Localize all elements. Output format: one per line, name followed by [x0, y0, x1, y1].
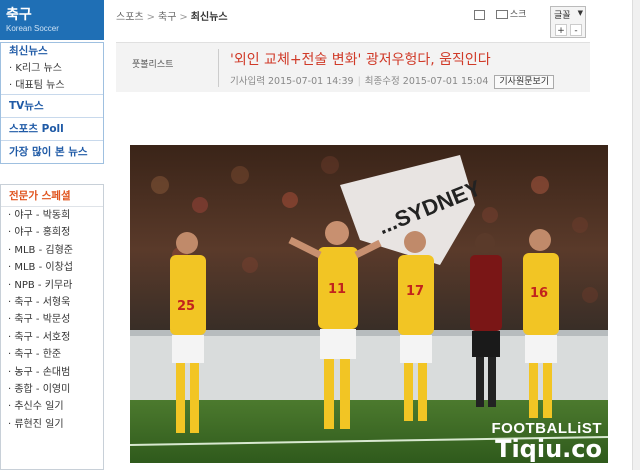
menu-latest-news[interactable]: 최신뉴스	[1, 43, 103, 60]
svg-text:17: 17	[406, 284, 424, 299]
svg-text:11: 11	[328, 282, 346, 297]
scrap-label: 스크	[509, 10, 527, 20]
expert-list-item[interactable]: · 축구 - 서호정	[1, 329, 103, 346]
section-brand[interactable]: 축구 Korean Soccer	[0, 0, 104, 40]
published-date: 기사입력 2015-07-01 14:39	[230, 76, 354, 87]
view-original-button[interactable]: 기사원문보기	[494, 75, 555, 89]
photo-watermark: FOOTBALLiST Tiqiu.co	[492, 420, 603, 461]
font-increase-button[interactable]: +	[555, 24, 567, 36]
scrollbar[interactable]	[632, 0, 640, 470]
menu-tv-news[interactable]: TV뉴스	[1, 95, 103, 117]
section-title: 축구	[6, 7, 32, 23]
news-menu: 최신뉴스 · K리그 뉴스 · 대표팀 뉴스 TV뉴스 스포츠 Poll 가장 …	[0, 42, 104, 164]
breadcrumb: 스포츠 > 축구 > 최신뉴스	[116, 8, 228, 23]
svg-text:25: 25	[177, 299, 195, 314]
article-provider[interactable]: 풋볼리스트	[132, 57, 173, 70]
font-decrease-button[interactable]: -	[570, 24, 582, 36]
expert-list-item[interactable]: · 종합 - 이영미	[1, 381, 103, 398]
breadcrumb-current: 최신뉴스	[190, 12, 228, 23]
expert-special-heading: 전문가 스페셜	[1, 185, 103, 207]
menu-national-team-news[interactable]: · 대표팀 뉴스	[1, 77, 103, 94]
expert-list-item[interactable]: · 축구 - 박문성	[1, 311, 103, 328]
scrap-icon	[495, 10, 508, 19]
expert-list-item[interactable]: · 야구 - 홍희정	[1, 224, 103, 241]
expert-list-item[interactable]: · 야구 - 박동희	[1, 207, 103, 224]
left-sidebar: 축구 Korean Soccer 최신뉴스 · K리그 뉴스 · 대표팀 뉴스 …	[0, 0, 104, 470]
expert-list-item[interactable]: · 농구 - 손대범	[1, 364, 103, 381]
article-tools: 스크	[474, 7, 526, 20]
expert-list-item[interactable]: · 추신수 일기	[1, 398, 103, 415]
breadcrumb-separator: >	[179, 12, 188, 23]
chevron-down-icon[interactable]: ▼	[578, 9, 583, 17]
article-header: 풋볼리스트 '외인 교체+전술 변화' 광저우헝다, 움직인다 기사입력 201…	[116, 42, 590, 92]
expert-list-item[interactable]: · MLB - 이창섭	[1, 259, 103, 276]
font-size-control: 글꼴 ▼ + -	[550, 6, 586, 38]
expert-list: · 야구 - 박동희 · 야구 - 홍희정 · MLB - 김형준 · MLB - 이…	[1, 207, 103, 433]
breadcrumb-separator: >	[146, 12, 155, 23]
expert-list-item[interactable]: · 축구 - 서형욱	[1, 294, 103, 311]
article-title: '외인 교체+전술 변화' 광저우헝다, 움직인다	[230, 52, 491, 68]
breadcrumb-sports[interactable]: 스포츠	[116, 12, 144, 23]
expert-special-menu: 전문가 스페셜 · 야구 - 박동희 · 야구 - 홍희정 · MLB - 김형준 ·…	[0, 184, 104, 470]
breadcrumb-soccer[interactable]: 축구	[158, 12, 176, 23]
expert-list-item[interactable]: · 류현진 일기	[1, 416, 103, 433]
expert-list-item[interactable]: · NPB - 키무라	[1, 277, 103, 294]
photo-scene: ...SYDNEY 25 11 17 16	[130, 145, 608, 463]
scrap-button[interactable]: 스크	[495, 10, 527, 20]
section-subtitle: Korean Soccer	[6, 24, 59, 33]
print-icon[interactable]	[474, 9, 485, 20]
svg-text:16: 16	[530, 286, 548, 301]
meta-divider: |	[357, 76, 361, 87]
main-content: 스포츠 > 축구 > 최신뉴스 스크 글꼴 ▼ + - 풋볼리스트 '외인 교체+전술 …	[110, 0, 632, 470]
modified-date: 최종수정 2015-07-01 15:04	[364, 76, 489, 87]
expert-list-item[interactable]: · MLB - 김형준	[1, 242, 103, 259]
article-meta: 기사입력 2015-07-01 14:39 | 최종수정 2015-07-01 15…	[230, 73, 555, 89]
menu-sports-poll[interactable]: 스포츠 Poll	[1, 118, 103, 140]
header-divider	[218, 49, 219, 87]
watermark-tiqiu: Tiqiu.co	[495, 435, 602, 463]
menu-kleague-news[interactable]: · K리그 뉴스	[1, 60, 103, 77]
menu-most-read[interactable]: 가장 많이 본 뉴스	[1, 141, 103, 163]
article-photo: ...SYDNEY 25 11 17 16 FOOTBALLiST Tiqiu.…	[130, 145, 608, 463]
font-select[interactable]: 글꼴	[554, 8, 571, 21]
expert-list-item[interactable]: · 축구 - 한준	[1, 346, 103, 363]
